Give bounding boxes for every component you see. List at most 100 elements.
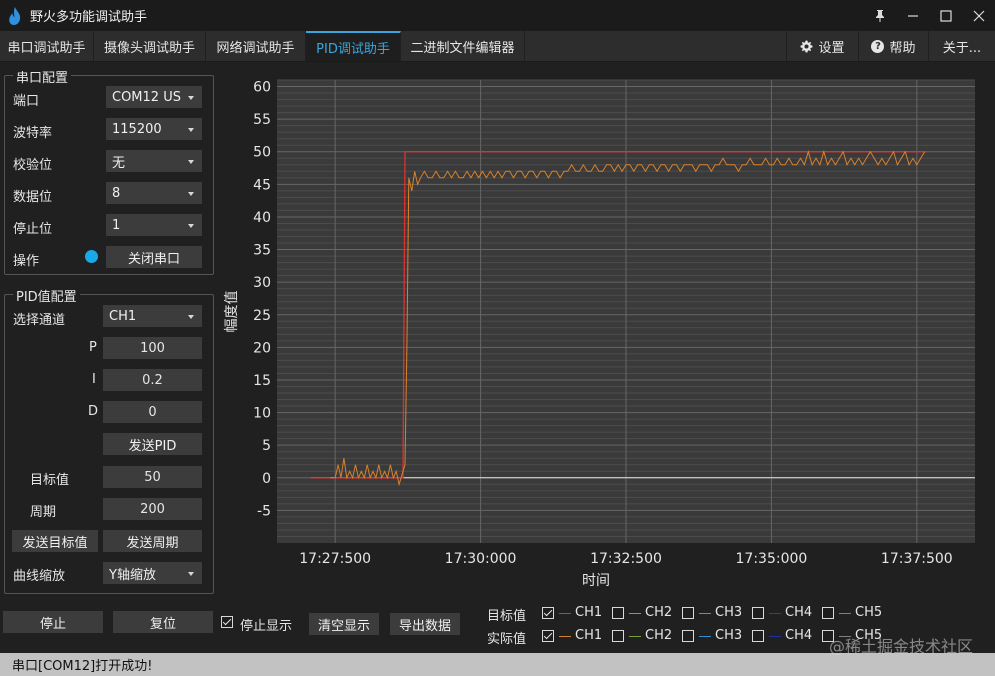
i-input[interactable]: 0.2 [103, 369, 202, 391]
databits-select[interactable]: 8 [106, 182, 202, 204]
legend-color-swatch [699, 636, 711, 637]
settings-label: 设置 [818, 40, 845, 56]
legend-target-label: 目标值 [487, 609, 527, 624]
legend-channel-label: CH2 [645, 605, 673, 620]
tab-binary-editor[interactable]: 二进制文件编辑器 [401, 31, 525, 61]
legend-channel-label: CH5 [855, 605, 883, 620]
parity-label: 校验位 [13, 158, 53, 173]
channel-label: 选择通道 [13, 313, 66, 328]
y-tick-label: 55 [253, 112, 271, 128]
legend-actual-ch2-checkbox[interactable] [612, 630, 624, 642]
window-controls [863, 0, 995, 31]
settings-button[interactable]: 设置 [786, 31, 858, 61]
target-label: 目标值 [30, 473, 70, 488]
x-tick-label: 17:30:000 [445, 551, 517, 567]
period-input[interactable]: 200 [103, 498, 202, 520]
legend-actual-ch4-checkbox[interactable] [752, 630, 764, 642]
x-tick-label: 17:27:500 [299, 551, 371, 567]
legend-channel-label: CH4 [785, 628, 813, 643]
legend-target-ch5-checkbox[interactable] [822, 607, 834, 619]
maximize-icon[interactable] [929, 0, 962, 31]
help-button[interactable]: ? 帮助 [858, 31, 928, 61]
legend-target-ch1-checkbox[interactable] [542, 607, 554, 619]
legend-target-ch2-checkbox[interactable] [612, 607, 624, 619]
pin-icon[interactable] [863, 0, 896, 31]
dropdown-arrow-icon [188, 572, 194, 576]
window-title: 野火多功能调试助手 [30, 10, 148, 25]
port-status-indicator [85, 250, 98, 263]
about-button[interactable]: 关于... [928, 31, 995, 61]
tab-camera[interactable]: 摄像头调试助手 [94, 31, 206, 61]
operation-label: 操作 [13, 254, 40, 269]
y-tick-label: 25 [253, 308, 271, 324]
channel-select[interactable]: CH1 [103, 305, 202, 327]
dropdown-arrow-icon [188, 160, 194, 164]
tab-network[interactable]: 网络调试助手 [206, 31, 306, 61]
y-axis-label: 幅度值 [224, 291, 240, 333]
target-input[interactable]: 50 [103, 466, 202, 488]
flame-logo-icon [2, 0, 28, 31]
close-port-button[interactable]: 关闭串口 [106, 246, 202, 268]
stop-display-checkbox[interactable] [221, 616, 233, 628]
legend-color-swatch [699, 613, 711, 614]
tab-serial[interactable]: 串口调试助手 [0, 31, 94, 61]
send-pid-button[interactable]: 发送PID [103, 433, 202, 455]
p-input[interactable]: 100 [103, 337, 202, 359]
legend-actual-ch3-checkbox[interactable] [682, 630, 694, 642]
dropdown-arrow-icon [188, 224, 194, 228]
y-tick-label: 45 [253, 177, 271, 193]
status-message: 串口[COM12]打开成功! [12, 659, 153, 674]
minimize-icon[interactable] [896, 0, 929, 31]
send-period-button[interactable]: 发送周期 [103, 530, 202, 552]
stop-button[interactable]: 停止 [3, 611, 103, 633]
channel-value: CH1 [109, 308, 137, 324]
zoom-select[interactable]: Y轴缩放 [103, 562, 202, 584]
baud-label: 波特率 [13, 126, 53, 141]
y-tick-label: 30 [253, 275, 271, 291]
x-tick-label: 17:37:500 [881, 551, 953, 567]
legend-color-swatch [629, 636, 641, 637]
p-label: P [89, 340, 97, 355]
tab-bar: 串口调试助手 摄像头调试助手 网络调试助手 PID调试助手 二进制文件编辑器 设… [0, 31, 995, 62]
y-tick-label: 15 [253, 373, 271, 389]
legend-channel-label: CH1 [575, 628, 603, 643]
stopbits-value: 1 [112, 217, 121, 233]
legend-channel-label: CH3 [715, 605, 743, 620]
stopbits-select[interactable]: 1 [106, 214, 202, 236]
parity-select[interactable]: 无 [106, 150, 202, 172]
legend-actual-ch1-checkbox[interactable] [542, 630, 554, 642]
y-tick-label: 35 [253, 243, 271, 259]
pid-chart: 605550454035302520151050-5 17:27:500 17:3… [224, 79, 975, 589]
legend-color-swatch [769, 613, 781, 614]
y-tick-label: 0 [262, 471, 271, 487]
port-value: COM12 US [112, 89, 181, 105]
baud-select[interactable]: 115200 [106, 118, 202, 140]
databits-value: 8 [112, 185, 121, 201]
reset-button[interactable]: 复位 [113, 611, 213, 633]
title-bar: 野火多功能调试助手 [0, 0, 995, 31]
port-select[interactable]: COM12 US [106, 86, 202, 108]
y-tick-label: 20 [253, 340, 271, 356]
stop-display-label: 停止显示 [240, 619, 293, 634]
x-tick-label: 17:32:500 [590, 551, 662, 567]
y-axis-ticks: 605550454035302520151050-5 [253, 80, 271, 520]
legend-target-ch3-checkbox[interactable] [682, 607, 694, 619]
period-label: 周期 [30, 505, 57, 520]
export-data-button[interactable]: 导出数据 [390, 613, 460, 635]
y-tick-label: 10 [253, 406, 271, 422]
dropdown-arrow-icon [188, 192, 194, 196]
dropdown-arrow-icon [188, 128, 194, 132]
clear-display-button[interactable]: 清空显示 [309, 613, 379, 635]
baud-value: 115200 [112, 121, 162, 137]
close-icon[interactable] [962, 0, 995, 31]
i-label: I [92, 372, 96, 387]
legend-color-swatch [769, 636, 781, 637]
legend-color-swatch [629, 613, 641, 614]
legend-target-ch4-checkbox[interactable] [752, 607, 764, 619]
tab-pid[interactable]: PID调试助手 [306, 31, 401, 61]
d-input[interactable]: 0 [103, 401, 202, 423]
zoom-value: Y轴缩放 [109, 567, 156, 583]
y-tick-label: 40 [253, 210, 271, 226]
y-tick-label: -5 [257, 503, 271, 519]
send-target-button[interactable]: 发送目标值 [12, 530, 98, 552]
